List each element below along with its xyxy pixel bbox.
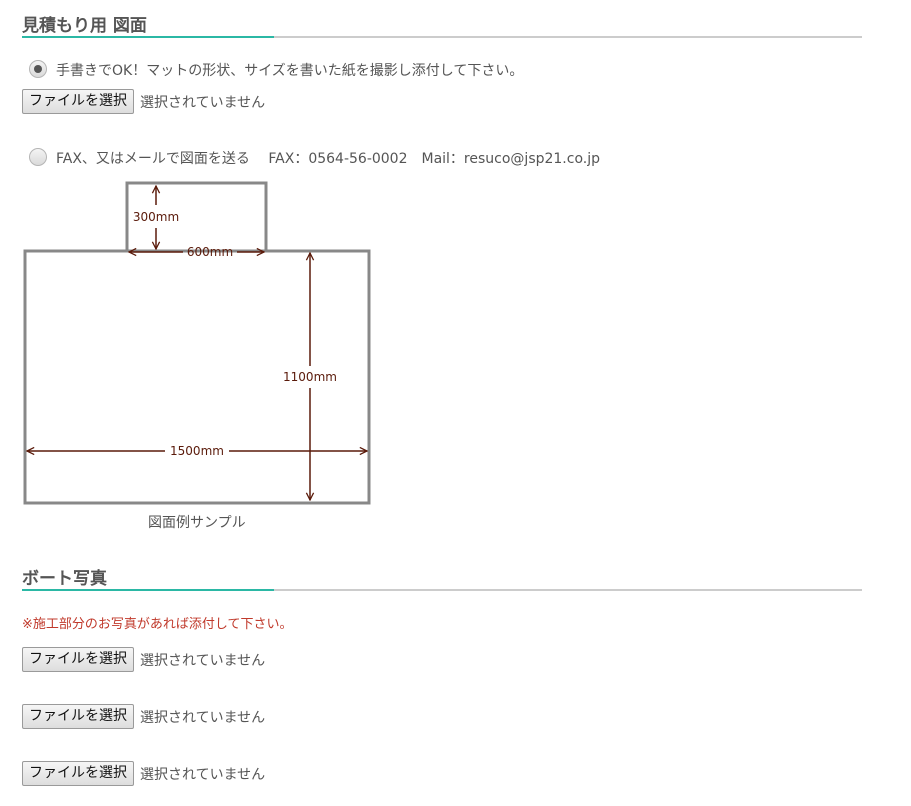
- choose-file-button[interactable]: ファイルを選択: [22, 761, 134, 786]
- dim-label-top-width: 600mm: [187, 245, 233, 259]
- dim-label-main-height: 1100mm: [283, 370, 337, 384]
- section-divider-accent: [22, 589, 274, 591]
- dim-label-top-height: 300mm: [133, 210, 179, 224]
- boat-section-title: ボート写真: [22, 569, 107, 589]
- choose-file-button[interactable]: ファイルを選択: [22, 704, 134, 729]
- file-status: 選択されていません: [140, 767, 266, 783]
- choose-file-button[interactable]: ファイルを選択: [22, 647, 134, 672]
- photo-notice: ※施工部分のお写真があれば添付して下さい。: [22, 617, 293, 632]
- sample-drawing-diagram: 300mm 600mm 1100mm 1500mm: [23, 181, 371, 505]
- dim-label-main-width: 1500mm: [170, 444, 224, 458]
- file-status: 選択されていません: [140, 710, 266, 726]
- file-status: 選択されていません: [140, 653, 266, 669]
- section-divider: [22, 589, 862, 591]
- diagram-caption: 図面例サンプル: [148, 515, 246, 531]
